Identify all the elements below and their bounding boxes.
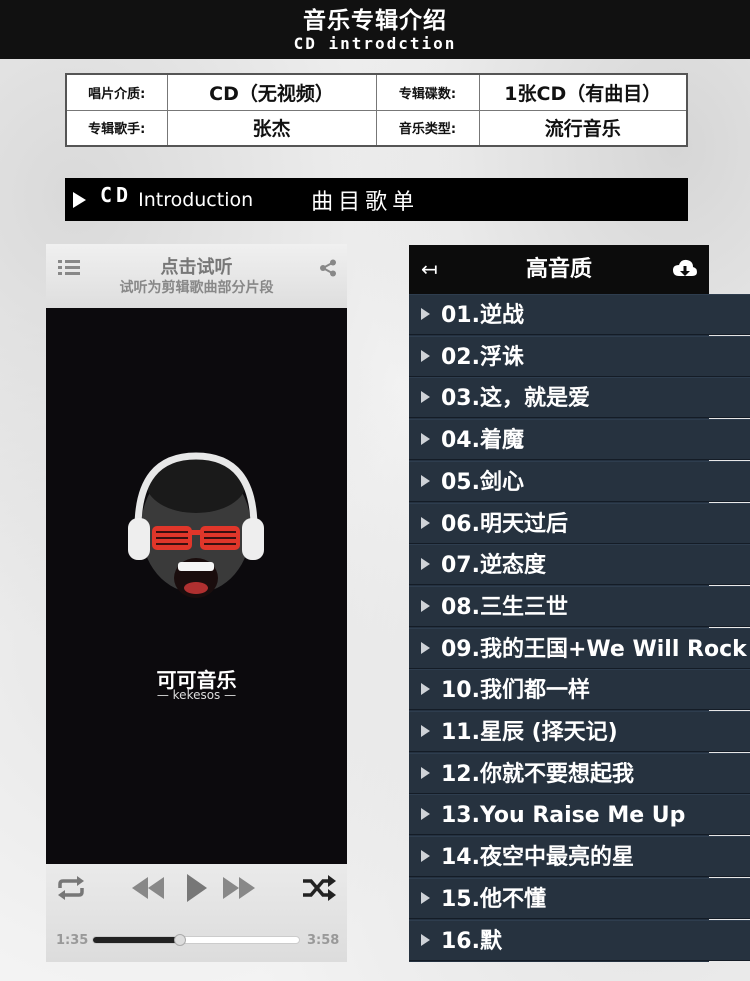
track-name: 09.我的王国+We Will Rock You: [441, 636, 750, 662]
menu-icon[interactable]: [58, 260, 80, 276]
track-item[interactable]: 13.You Raise Me Up: [409, 794, 750, 836]
play-arrow-icon: [421, 474, 430, 487]
page-header: 音乐专辑介绍 CD introdction: [0, 0, 750, 59]
play-arrow-icon: [421, 308, 430, 320]
play-arrow-icon: [421, 850, 430, 863]
play-arrow-icon: [421, 891, 430, 904]
current-time: 1:35: [56, 933, 89, 948]
track-name: 13.You Raise Me Up: [441, 803, 686, 829]
player-subtitle: 试听为剪辑歌曲部分片段: [119, 280, 274, 296]
page-title: 音乐专辑介绍: [303, 8, 447, 34]
track-name: 03.这，就是爱: [441, 386, 590, 412]
track-item[interactable]: 15.他不懂: [409, 877, 750, 919]
track-name: 14.夜空中最亮的星: [441, 845, 634, 871]
genre-value: 流行音乐: [478, 109, 688, 147]
track-name: 12.你就不要想起我: [441, 761, 634, 787]
play-arrow-icon: [421, 391, 430, 404]
track-item[interactable]: 05.剑心: [409, 460, 750, 502]
section-playlist-label: 曲目歌单: [311, 189, 420, 215]
track-name: 08.三生三世: [441, 594, 568, 620]
play-icon[interactable]: [187, 874, 207, 902]
section-bar: CD Introduction 曲目歌单: [65, 178, 688, 221]
singer-label: 专辑歌手:: [65, 109, 168, 147]
track-name: 02.浮诛: [441, 344, 524, 370]
genre-label: 音乐类型:: [375, 109, 480, 147]
previous-icon[interactable]: [132, 877, 164, 899]
info-row: 唱片介质: CD（无视频） 专辑碟数: 1张CD（有曲目）: [65, 73, 688, 111]
track-name: 15.他不懂: [441, 886, 546, 912]
track-item[interactable]: 07.逆态度: [409, 544, 750, 586]
play-arrow-icon: [421, 433, 430, 446]
total-time: 3:58: [307, 933, 340, 948]
page-subtitle: CD introdction: [293, 34, 457, 53]
section-intro-label: Introduction: [138, 188, 254, 211]
track-item[interactable]: 01.逆战: [409, 294, 750, 335]
media-value: CD（无视频）: [166, 73, 377, 111]
media-label: 唱片介质:: [65, 73, 168, 111]
play-arrow-icon: [421, 766, 430, 779]
disc-count-label: 专辑碟数:: [375, 73, 480, 111]
play-arrow-icon: [421, 599, 430, 612]
progress-fill: [93, 937, 180, 943]
player-header: 点击试听 试听为剪辑歌曲部分片段: [46, 244, 347, 308]
brand-tagline: — kekesos —: [156, 688, 237, 702]
track-name: 01.逆战: [441, 303, 524, 328]
track-name: 11.星辰 (择天记): [441, 720, 618, 745]
track-item[interactable]: 11.星辰 (择天记): [409, 711, 750, 752]
play-triangle-icon: [73, 191, 86, 208]
track-name: 05.剑心: [441, 469, 524, 495]
play-arrow-icon: [421, 683, 430, 696]
repeat-icon[interactable]: [56, 876, 86, 900]
next-icon[interactable]: [223, 877, 255, 899]
singer-value: 张杰: [166, 109, 377, 147]
play-arrow-icon: [421, 933, 430, 946]
track-name: 06.明天过后: [441, 511, 568, 537]
share-icon[interactable]: [319, 259, 337, 277]
track-item[interactable]: 12.你就不要想起我: [409, 752, 750, 794]
headphones-face-logo: [128, 452, 264, 598]
track-item[interactable]: 10.我们都一样: [409, 669, 750, 711]
track-name: 04.着魔: [441, 428, 524, 454]
track-item[interactable]: 09.我的王国+We Will Rock You: [409, 627, 750, 669]
cloud-download-icon[interactable]: [673, 259, 697, 279]
album-cover: 可可音乐 — kekesos —: [46, 308, 347, 864]
track-list: 01.逆战 02.浮诛 03.这，就是爱 04.着魔 05.剑心 06.明天过后 07.逆态…: [409, 294, 750, 962]
play-arrow-icon: [421, 349, 430, 362]
track-item[interactable]: 03.这，就是爱: [409, 377, 750, 419]
track-name: 16.默: [441, 928, 502, 954]
section-cd-label: CD: [100, 182, 133, 207]
track-item[interactable]: 08.三生三世: [409, 585, 750, 627]
track-name: 10.我们都一样: [441, 678, 590, 704]
music-player: 点击试听 试听为剪辑歌曲部分片段 可可音乐 — kekesos — 1:35 3…: [46, 244, 347, 962]
track-item[interactable]: 02.浮诛: [409, 335, 750, 377]
album-info-table: 唱片介质: CD（无视频） 专辑碟数: 1张CD（有曲目） 专辑歌手: 张杰 音…: [65, 73, 688, 147]
progress-knob[interactable]: [173, 934, 186, 946]
track-item[interactable]: 16.默: [409, 919, 750, 961]
info-row: 专辑歌手: 张杰 音乐类型: 流行音乐: [65, 109, 688, 147]
player-controls: 1:35 3:58: [46, 864, 347, 962]
disc-count-value: 1张CD（有曲目）: [478, 73, 688, 111]
track-item[interactable]: 06.明天过后: [409, 502, 750, 544]
track-item[interactable]: 04.着魔: [409, 419, 750, 461]
play-arrow-icon: [421, 725, 430, 737]
play-arrow-icon: [421, 641, 430, 654]
track-name: 07.逆态度: [441, 553, 546, 579]
play-arrow-icon: [421, 558, 430, 571]
back-arrow-icon[interactable]: ↤: [421, 257, 438, 281]
play-arrow-icon: [421, 808, 430, 821]
progress-bar[interactable]: [92, 934, 300, 946]
track-list-title: 高音质: [525, 257, 592, 282]
player-title[interactable]: 点击试听: [46, 244, 347, 279]
track-list-header: ↤ 高音质: [409, 245, 709, 294]
shuffle-icon[interactable]: [303, 875, 337, 901]
track-item[interactable]: 14.夜空中最亮的星: [409, 836, 750, 878]
play-arrow-icon: [421, 516, 430, 529]
